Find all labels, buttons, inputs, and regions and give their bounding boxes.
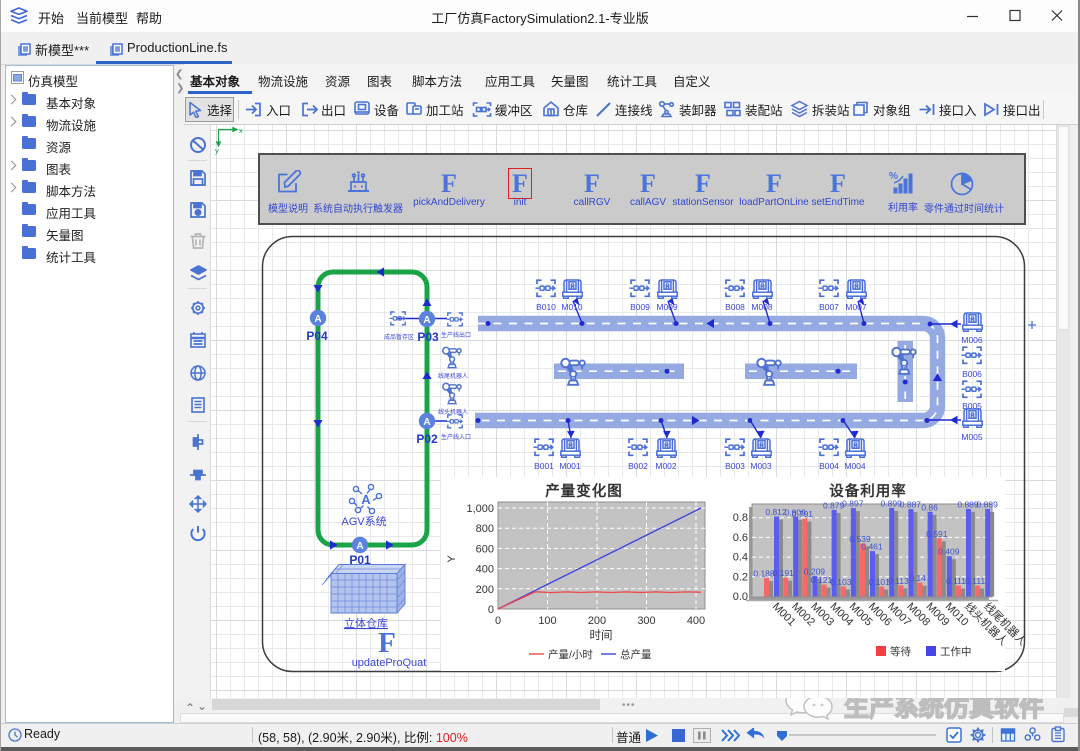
svg-text:B010: B010	[536, 302, 556, 312]
svg-text:P02: P02	[416, 432, 438, 446]
svg-text:updateProQuat: updateProQuat	[352, 657, 427, 669]
svg-text:0.191: 0.191	[773, 568, 795, 578]
svg-text:300: 300	[637, 615, 655, 627]
svg-text:0.889: 0.889	[977, 499, 999, 509]
svg-text:200: 200	[588, 615, 606, 627]
svg-text:M008: M008	[751, 302, 773, 312]
svg-text:0.103: 0.103	[830, 577, 852, 587]
svg-text:600: 600	[476, 543, 494, 555]
svg-text:0.2: 0.2	[733, 571, 748, 583]
svg-text:AGV系统: AGV系统	[341, 515, 386, 528]
svg-text:%: %	[889, 171, 898, 182]
svg-text:时间: 时间	[590, 629, 613, 642]
svg-text:A: A	[356, 541, 363, 552]
svg-text:总产量: 总产量	[620, 648, 652, 661]
svg-text:B009: B009	[630, 302, 650, 312]
svg-text:P03: P03	[417, 330, 439, 344]
svg-text:M001: M001	[559, 461, 581, 471]
svg-text:0.0: 0.0	[733, 591, 748, 603]
svg-text:100: 100	[538, 615, 556, 627]
svg-text:0: 0	[495, 615, 501, 627]
svg-text:0.4: 0.4	[733, 552, 748, 564]
svg-text:800: 800	[476, 523, 494, 535]
svg-text:B004: B004	[819, 461, 839, 471]
svg-text:M003: M003	[750, 461, 772, 471]
svg-text:400: 400	[476, 564, 494, 576]
svg-text:M002: M002	[655, 461, 677, 471]
svg-text:0.6: 0.6	[733, 532, 748, 544]
svg-text:线头机器人: 线头机器人	[438, 408, 468, 416]
svg-text:等待: 等待	[890, 645, 911, 658]
svg-text:B006: B006	[962, 369, 982, 379]
svg-text:0.113: 0.113	[888, 576, 909, 586]
svg-text:0.14: 0.14	[909, 573, 926, 583]
svg-text:0.8: 0.8	[733, 512, 748, 524]
svg-text:B007: B007	[819, 302, 839, 312]
svg-text:工作中: 工作中	[940, 645, 972, 658]
svg-text:M009: M009	[656, 302, 678, 312]
svg-text:生产线出口: 生产线出口	[441, 331, 471, 339]
svg-text:1,000: 1,000	[466, 503, 494, 515]
svg-text:200: 200	[476, 584, 494, 596]
svg-text:B003: B003	[725, 461, 745, 471]
svg-text:产量/小时: 产量/小时	[548, 648, 593, 661]
svg-text:M005: M005	[961, 432, 983, 442]
svg-text:A: A	[361, 492, 371, 507]
svg-text:设备利用率: 设备利用率	[829, 482, 907, 500]
svg-text:Y: Y	[446, 555, 458, 563]
svg-text:B008: B008	[725, 302, 745, 312]
svg-text:M007: M007	[845, 302, 867, 312]
svg-text:y: y	[215, 146, 219, 155]
svg-text:0.111: 0.111	[965, 576, 985, 586]
svg-text:F: F	[378, 627, 396, 659]
svg-text:线尾机器人: 线尾机器人	[438, 372, 468, 380]
svg-text:M004: M004	[844, 461, 866, 471]
svg-text:0.101: 0.101	[869, 577, 891, 587]
svg-text:A: A	[423, 417, 430, 428]
svg-text:0.86: 0.86	[921, 502, 938, 512]
svg-text:产量变化图: 产量变化图	[545, 482, 623, 500]
svg-text:B001: B001	[534, 461, 554, 471]
svg-text:生产线入口: 生产线入口	[441, 433, 471, 441]
svg-text:B002: B002	[628, 461, 648, 471]
svg-text:B005: B005	[962, 401, 982, 411]
svg-text:M010: M010	[561, 302, 583, 312]
svg-text:成品暂存区: 成品暂存区	[384, 333, 414, 341]
svg-text:x: x	[239, 126, 243, 135]
svg-text:0.111: 0.111	[946, 576, 966, 586]
svg-text:M006: M006	[961, 335, 983, 345]
svg-text:400: 400	[687, 615, 705, 627]
svg-text:0.461: 0.461	[861, 542, 883, 552]
svg-text:0.791: 0.791	[792, 509, 814, 519]
svg-text:P04: P04	[306, 329, 328, 343]
svg-text:A: A	[423, 315, 430, 326]
svg-text:0.409: 0.409	[938, 547, 960, 557]
svg-text:A: A	[314, 314, 321, 325]
svg-text:0.591: 0.591	[926, 529, 948, 539]
svg-text:0: 0	[488, 604, 494, 616]
svg-text:0.887: 0.887	[900, 500, 922, 510]
svg-text:0.897: 0.897	[842, 499, 864, 509]
